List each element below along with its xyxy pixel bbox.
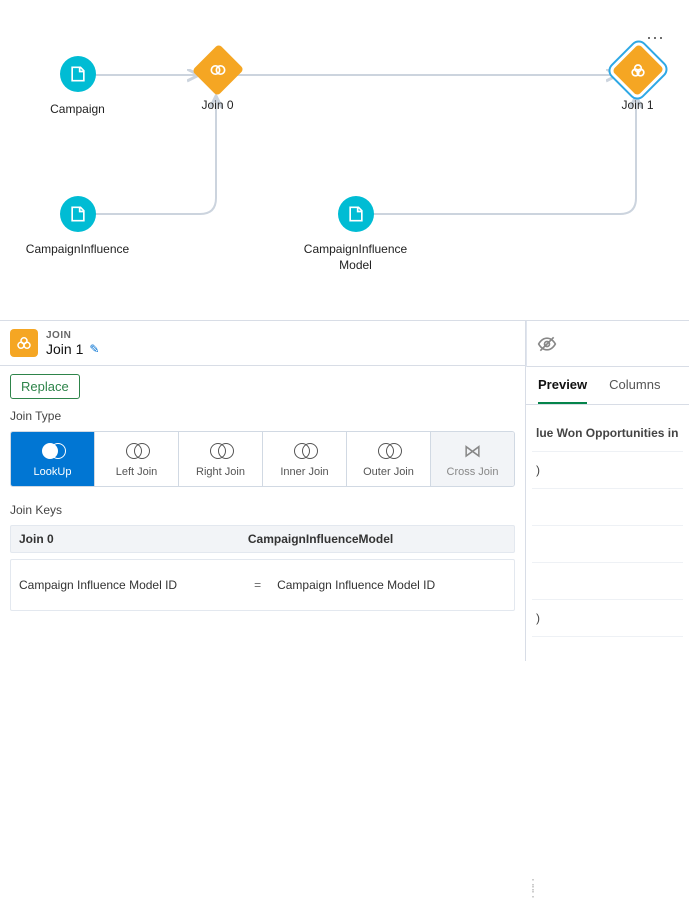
node-label: Join 1: [621, 98, 653, 114]
preview-cell: ): [532, 600, 683, 637]
jt-label: Right Join: [196, 466, 245, 478]
right-tabs: Preview Columns: [526, 367, 689, 405]
datasource-icon: [338, 196, 374, 232]
panel-left: JOIN Join 1 ✎ Replace Join Type LookUp L…: [0, 321, 526, 661]
join-type-left[interactable]: Left Join: [95, 432, 179, 486]
node-label: CampaignInfluence: [26, 242, 129, 258]
datasource-icon: [60, 56, 96, 92]
preview-cell: [532, 489, 683, 526]
join-icon: [611, 44, 663, 96]
preview-cell: [532, 526, 683, 563]
panel-resize-handle[interactable]: ⋮⋮: [526, 881, 534, 909]
node-join0[interactable]: Join 0: [170, 52, 265, 114]
panel-right: Preview Columns lue Won Opportunities in…: [526, 321, 689, 661]
tab-preview[interactable]: Preview: [538, 377, 587, 404]
join-type-inner[interactable]: Inner Join: [263, 432, 347, 486]
more-menu-icon[interactable]: ⋯: [646, 28, 665, 49]
key-right: Campaign Influence Model ID: [277, 578, 435, 592]
recipe-canvas[interactable]: Campaign Join 0 Join 1 CampaignInfluence…: [0, 0, 689, 320]
node-label: CampaignInfluence Model: [304, 242, 407, 273]
join-icon: [191, 44, 243, 96]
node-campaign-influence-model[interactable]: CampaignInfluence Model: [308, 196, 403, 273]
jt-label: LookUp: [34, 466, 72, 478]
visibility-toggle-icon[interactable]: [526, 321, 566, 367]
keys-header-right: CampaignInfluenceModel: [248, 532, 393, 546]
edit-name-icon[interactable]: ✎: [89, 342, 99, 356]
join-type-cross[interactable]: ⋈ Cross Join: [431, 432, 514, 486]
panel-type-label: JOIN: [46, 330, 99, 341]
join-type-right[interactable]: Right Join: [179, 432, 263, 486]
panel-header: JOIN Join 1 ✎: [0, 321, 525, 366]
jt-label: Inner Join: [280, 466, 328, 478]
node-campaign-influence[interactable]: CampaignInfluence: [30, 196, 125, 258]
preview-grid: lue Won Opportunities in ) ): [526, 405, 689, 647]
join-key-row[interactable]: Campaign Influence Model ID = Campaign I…: [10, 559, 515, 611]
panel-node-name: Join 1: [46, 341, 83, 357]
node-detail-panel: JOIN Join 1 ✎ Replace Join Type LookUp L…: [0, 320, 689, 661]
node-label: Campaign: [50, 102, 105, 118]
node-campaign[interactable]: Campaign: [30, 56, 125, 118]
join-type-selector: LookUp Left Join Right Join Inner Join O…: [10, 431, 515, 487]
keys-header-left: Join 0: [19, 532, 248, 546]
join-type-lookup[interactable]: LookUp: [11, 432, 95, 486]
jt-label: Outer Join: [363, 466, 414, 478]
preview-cell: [532, 563, 683, 600]
node-join1[interactable]: Join 1: [590, 52, 685, 114]
key-op: =: [238, 578, 277, 592]
join-keys-label: Join Keys: [10, 503, 515, 517]
preview-cell: ): [532, 452, 683, 489]
replace-button[interactable]: Replace: [10, 374, 80, 399]
node-label: Join 0: [201, 98, 233, 114]
preview-col-header: lue Won Opportunities in: [532, 415, 683, 452]
tab-columns[interactable]: Columns: [609, 377, 660, 404]
join-type-outer[interactable]: Outer Join: [347, 432, 431, 486]
datasource-icon: [60, 196, 96, 232]
join-keys-header: Join 0 CampaignInfluenceModel: [10, 525, 515, 553]
right-header: [526, 321, 689, 367]
join-type-label: Join Type: [10, 409, 515, 423]
join-header-icon: [10, 329, 38, 357]
jt-label: Left Join: [116, 466, 158, 478]
key-left: Campaign Influence Model ID: [19, 578, 238, 592]
jt-label: Cross Join: [447, 466, 499, 478]
